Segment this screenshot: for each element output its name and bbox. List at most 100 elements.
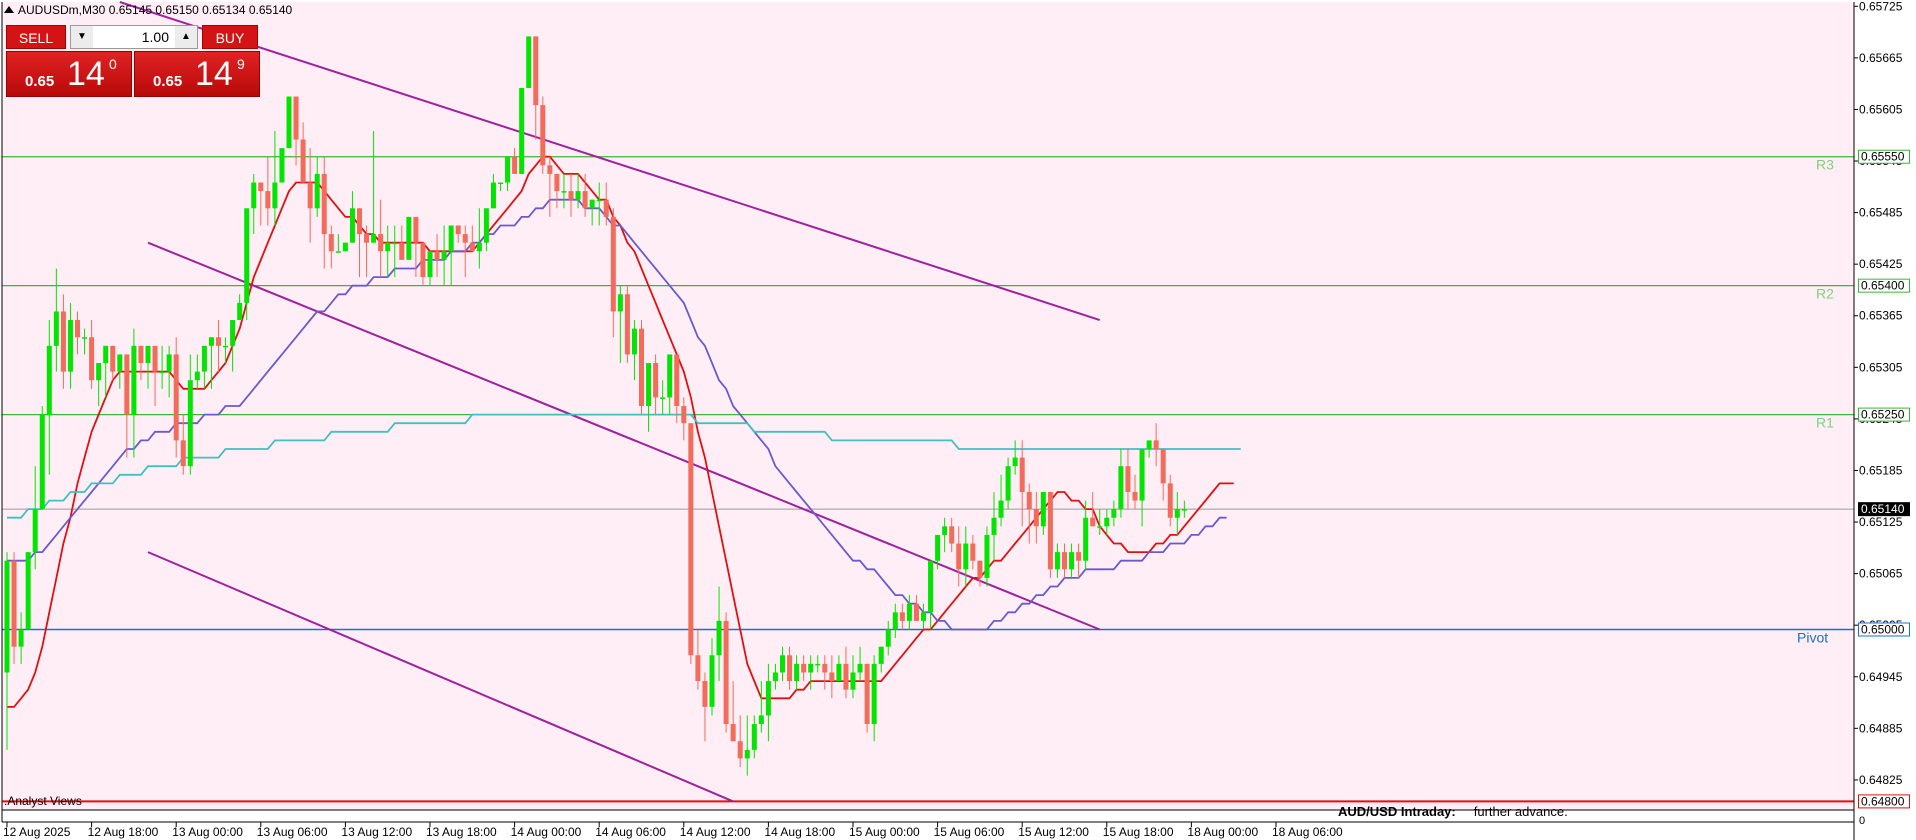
candle-body	[357, 208, 362, 235]
candle-body	[660, 397, 666, 399]
candle-body	[469, 242, 475, 252]
sell-price-box[interactable]: 0.65 14 0	[6, 51, 132, 97]
candle-body	[794, 663, 800, 682]
candle-body	[885, 629, 891, 647]
candle-body	[427, 251, 433, 278]
time-tick-label: 14 Aug 18:00	[764, 825, 835, 839]
candle-body	[434, 251, 440, 260]
candle-body	[963, 543, 969, 570]
candle-body	[39, 414, 45, 510]
candle-body	[695, 655, 701, 682]
candle-body	[159, 371, 165, 374]
sell-price-prefix: 0.65	[25, 73, 55, 90]
candle-body	[399, 242, 405, 260]
candle-body	[723, 620, 729, 725]
candle-body	[1062, 552, 1067, 570]
candle-body	[935, 534, 941, 561]
candle-body	[293, 96, 299, 140]
candle-body	[1083, 517, 1089, 561]
time-tick-label: 12 Aug 18:00	[88, 825, 159, 839]
price-tick-label: 0.64945	[1859, 670, 1903, 684]
candle-body	[1104, 517, 1110, 527]
candle-body	[730, 724, 736, 742]
candle-body	[1139, 448, 1145, 501]
candle-body	[772, 672, 778, 682]
candle-body	[864, 663, 870, 725]
lot-value[interactable]: 1.00	[95, 26, 173, 48]
level-price-label: 0.65250	[1861, 408, 1905, 422]
one-click-trading-panel: SELL ▼ 1.00 ▲ BUY 0.65 14 0 0.65 14 9	[6, 25, 260, 97]
candle-body	[265, 191, 271, 209]
candle-body	[808, 663, 814, 673]
candle-body	[505, 156, 511, 183]
candle-body	[519, 87, 525, 174]
candle-body	[716, 620, 722, 656]
candle-body	[899, 612, 905, 621]
candle-body	[272, 182, 278, 209]
triangle-up-icon	[4, 6, 14, 13]
candle-body	[928, 560, 934, 613]
candle-body	[1090, 517, 1096, 527]
candle-body	[631, 328, 637, 355]
candle-body	[321, 173, 327, 235]
level-price-label: 0.65550	[1861, 150, 1905, 164]
buy-button[interactable]: BUY	[202, 25, 258, 49]
candle-body	[244, 208, 250, 303]
lot-size-field[interactable]: ▼ 1.00 ▲	[70, 25, 198, 49]
candle-body	[991, 517, 997, 535]
candle-body	[314, 173, 320, 209]
time-tick-label: 14 Aug 12:00	[680, 825, 751, 839]
candle-body	[11, 560, 17, 647]
candle-body	[970, 543, 976, 561]
candle-body	[1019, 457, 1025, 492]
candle-body	[787, 655, 793, 682]
candle-body	[857, 663, 863, 673]
price-tick-label: 0.65485	[1859, 206, 1903, 220]
candle-body	[956, 543, 962, 570]
candle-body	[624, 294, 630, 355]
candle-body	[815, 663, 821, 666]
candle-body	[455, 225, 461, 235]
symbol-label: AUDUSDm,M30	[18, 3, 106, 17]
level-name-label: R2	[1816, 286, 1834, 302]
time-tick-label: 13 Aug 00:00	[172, 825, 243, 839]
candle-body	[490, 182, 496, 209]
lot-increase-icon[interactable]: ▲	[175, 26, 197, 48]
candle-body	[1153, 440, 1159, 449]
candle-body	[1097, 526, 1103, 528]
candle-body	[998, 500, 1004, 518]
candle-body	[173, 354, 179, 441]
candle-body	[1054, 552, 1060, 570]
sell-button[interactable]: SELL	[6, 25, 66, 49]
price-chart[interactable]: 0.657250.656650.656050.655450.654850.654…	[0, 0, 1916, 840]
candle-body	[1174, 509, 1180, 518]
candle-body	[751, 724, 757, 750]
candle-body	[476, 242, 482, 252]
candle-body	[547, 165, 553, 174]
candle-body	[758, 715, 764, 725]
price-tick-label: 0.65305	[1859, 360, 1903, 374]
candle-body	[610, 216, 616, 312]
candle-body	[568, 191, 574, 200]
candle-body	[145, 345, 151, 364]
candle-body	[89, 337, 95, 381]
candle-body	[1160, 448, 1166, 484]
candle-body	[67, 320, 73, 372]
candle-body	[913, 603, 919, 621]
lot-decrease-icon[interactable]: ▼	[71, 26, 93, 48]
price-tick-label: 0.65725	[1859, 0, 1903, 13]
candle-body	[1125, 466, 1131, 492]
candle-body	[364, 234, 370, 243]
candle-body	[737, 741, 743, 759]
buy-price-box[interactable]: 0.65 14 9	[134, 51, 260, 97]
candle-body	[667, 354, 673, 398]
candle-body	[237, 302, 243, 321]
candle-body	[441, 251, 447, 260]
candle-body	[744, 749, 750, 759]
candle-body	[533, 36, 539, 106]
candle-body	[892, 612, 898, 630]
analyst-views-label: .Analyst Views	[4, 794, 82, 808]
candle-body	[878, 646, 884, 664]
buy-price-fraction: 9	[237, 56, 245, 72]
candle-body	[166, 354, 172, 372]
